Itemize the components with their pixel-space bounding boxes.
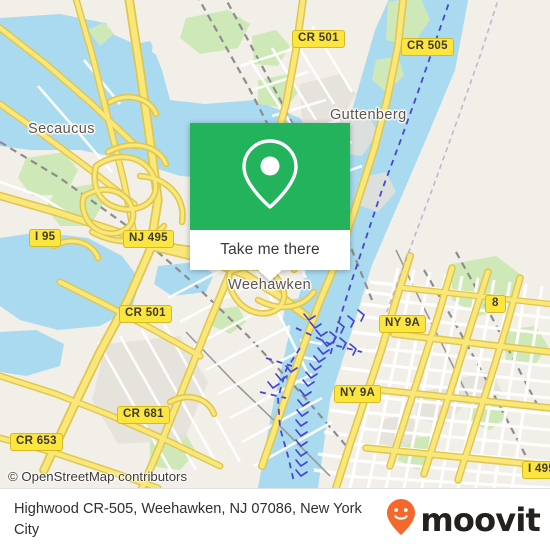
shield-cr-681[interactable]: CR 681 [117,406,170,424]
shield-ny-9a-north[interactable]: NY 9A [379,315,427,333]
osm-attribution[interactable]: © OpenStreetMap contributors [0,469,550,488]
map-pin-icon [239,137,301,216]
location-callout-card[interactable]: Take me there [190,123,350,281]
shield-cr-653[interactable]: CR 653 [10,433,63,451]
moovit-wordmark: moovit [420,500,540,539]
callout-action-bar[interactable]: Take me there [190,230,350,281]
shield-nj-495[interactable]: NJ 495 [123,230,174,248]
shield-route-8[interactable]: 8 [485,295,506,313]
moovit-smiling-pin-icon [386,498,416,541]
shield-cr-501-north[interactable]: CR 501 [292,30,345,48]
address-text: Highwood CR-505, Weehawken, NJ 07086, Ne… [14,500,362,538]
shield-cr-505[interactable]: CR 505 [401,38,454,56]
take-me-there-label: Take me there [220,241,320,258]
shield-cr-501-south[interactable]: CR 501 [119,305,172,323]
map-screenshot: Secaucus Guttenberg Weehawken CR 501 CR … [0,0,550,550]
shield-ny-9a-south[interactable]: NY 9A [334,385,382,403]
shield-i-95[interactable]: I 95 [29,229,62,247]
moovit-brand[interactable]: moovit [386,498,541,541]
footer-bar: Highwood CR-505, Weehawken, NJ 07086, Ne… [0,488,550,550]
callout-header [190,123,350,230]
callout-pointer-tail [258,270,282,281]
